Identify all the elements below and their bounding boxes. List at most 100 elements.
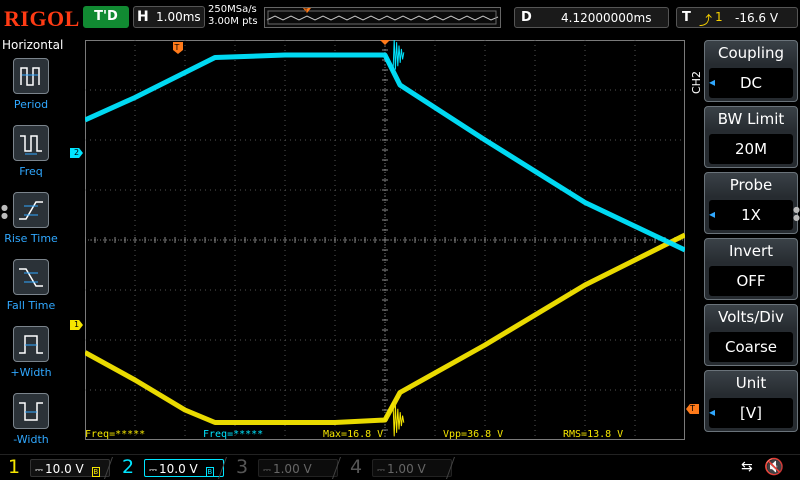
measure-category-title: Horizontal <box>2 38 64 52</box>
menu-title: Probe <box>729 176 773 194</box>
measurement-readout-3: Vpp=36.8 V <box>443 429 503 440</box>
measure-pos-width-label: +Width <box>10 366 52 379</box>
channel-2-number: 2 <box>122 456 135 478</box>
measure-freq[interactable]: Freq <box>0 125 62 178</box>
freq-icon <box>13 125 49 161</box>
measurement-readout-0: Freq=***** <box>85 429 145 440</box>
menu-value: 1X <box>709 200 793 230</box>
menu-invert[interactable]: Invert OFF <box>704 238 798 300</box>
menu-title: BW Limit <box>717 110 785 128</box>
measurement-readout-1: Freq=***** <box>203 429 263 440</box>
bandwidth-limit-icon: B <box>91 467 100 477</box>
channel-status-bar: 1 ⎓ 10.0 V B 2 ⎓ 10.0 V B 3 ⎓ 1.00 V 4 ⎓ 1.00 V ⇆ 🔇 <box>0 454 800 480</box>
delay-letter: D <box>521 10 532 25</box>
trigger-position-arrow-icon <box>380 40 390 45</box>
menu-value: Coarse <box>709 332 793 362</box>
measurement-readout-2: Max=16.8 V <box>323 429 383 440</box>
menu-title: Volts/Div <box>718 308 784 326</box>
period-icon <box>13 58 49 94</box>
trigger-level: -16.6 V <box>735 11 779 25</box>
timebase-box[interactable]: H 1.00ms <box>133 6 205 28</box>
menu-value: DC <box>709 68 793 98</box>
menu-volts-div[interactable]: Volts/Div Coarse <box>704 304 798 366</box>
timebase-letter: H <box>137 9 149 25</box>
dc-coupling-icon: ⎓ <box>35 465 43 476</box>
measurement-readouts: Freq=***** Freq=***** Max=16.8 V Vpp=36.8 V… <box>85 429 623 440</box>
channel-2-scale: ⎓ 10.0 V B <box>144 459 224 477</box>
channel-2-box[interactable]: 2 ⎓ 10.0 V B <box>118 456 228 479</box>
channel-4-number: 4 <box>350 456 363 478</box>
measure-rise-time[interactable]: Rise Time <box>0 192 62 245</box>
channel-3-box[interactable]: 3 ⎓ 1.00 V <box>232 456 342 479</box>
channel-scale-value: 10.0 V <box>158 462 198 476</box>
measure-rise-time-label: Rise Time <box>4 232 58 245</box>
positive-width-icon <box>13 326 49 362</box>
measure-neg-width-label: -Width <box>13 433 49 446</box>
channel-scale-value: 10.0 V <box>44 462 84 476</box>
channel-3-number: 3 <box>236 456 249 478</box>
trigger-pos-marker: T <box>173 42 183 54</box>
menu-bw-limit[interactable]: BW Limit 20M <box>704 106 798 168</box>
measure-pos-width[interactable]: +Width <box>0 326 62 379</box>
speaker-muted-icon[interactable]: 🔇 <box>764 457 784 476</box>
memory-overview-wave: T <box>266 8 499 25</box>
menu-value: 20M <box>709 134 793 164</box>
trigger-box[interactable]: T ⤴ 1 -16.6 V <box>676 7 798 29</box>
fall-time-icon <box>13 259 49 295</box>
usb-icon: ⇆ <box>741 459 753 475</box>
rise-time-icon <box>13 192 49 228</box>
channel-1-number: 1 <box>8 456 21 478</box>
ch1-offset-marker: 1 <box>70 320 83 330</box>
grid-markers: T <box>173 40 390 54</box>
graticule <box>85 40 685 440</box>
channel-4-box[interactable]: 4 ⎓ 1.00 V <box>346 456 456 479</box>
channel-scale-value: 1.00 V <box>272 462 312 476</box>
timebase-value: 1.00ms <box>156 10 201 24</box>
measure-neg-width[interactable]: -Width <box>0 393 62 446</box>
bandwidth-limit-icon: B <box>205 467 214 477</box>
menu-title: Invert <box>728 242 774 260</box>
menu-knob-arrow-icon: ◂ <box>709 405 716 419</box>
menu-value: [V] <box>709 398 793 428</box>
menu-unit[interactable]: Unit [V] ◂ <box>704 370 798 432</box>
menu-knob-arrow-icon: ◂ <box>709 207 716 221</box>
ch2-offset-marker: 2 <box>70 148 83 158</box>
memory-overview[interactable]: T <box>264 7 501 28</box>
menu-probe[interactable]: Probe 1X ◂ <box>704 172 798 234</box>
acquisition-info: 250MSa/s 3.00M pts <box>208 4 258 28</box>
rising-edge-icon: ⤴ <box>699 14 713 29</box>
trigger-letter: T <box>682 10 691 25</box>
measurement-readout-4: RMS=13.8 V <box>563 429 623 440</box>
dc-coupling-icon: ⎓ <box>149 465 157 476</box>
channel-scale-value: 1.00 V <box>386 462 426 476</box>
dc-coupling-icon: ⎓ <box>377 465 385 476</box>
trigger-pos-marker-label: T <box>174 43 180 52</box>
brand-logo: RIGOL <box>4 6 80 31</box>
channel-1-scale: ⎓ 10.0 V B <box>30 459 110 477</box>
delay-box[interactable]: D 4.12000000ms <box>514 7 669 28</box>
measure-fall-time-label: Fall Time <box>6 299 56 312</box>
run-status-badge[interactable]: T'D <box>83 6 129 28</box>
measure-period-label: Period <box>13 98 49 111</box>
channel-4-scale: ⎓ 1.00 V <box>372 459 452 477</box>
dc-coupling-icon: ⎓ <box>263 465 271 476</box>
menu-title: Unit <box>735 374 767 392</box>
channel-3-scale: ⎓ 1.00 V <box>258 459 338 477</box>
trigger-source: 1 <box>715 10 723 24</box>
measure-panel: Horizontal ● ● Period Freq Rise Time Fall… <box>0 36 64 454</box>
measure-fall-time[interactable]: Fall Time <box>0 259 62 312</box>
menu-channel-tag: CH2 <box>690 71 703 94</box>
menu-scroll-dots-icon: ● ● <box>793 205 800 222</box>
menu-knob-arrow-icon: ◂ <box>709 75 716 89</box>
channel-1-box[interactable]: 1 ⎓ 10.0 V B <box>4 456 114 479</box>
menu-title: Coupling <box>717 44 785 62</box>
menu-value: OFF <box>709 266 793 296</box>
sample-rate: 250MSa/s <box>208 4 257 15</box>
measure-period[interactable]: Period <box>0 58 62 111</box>
channel-menu-panel: CH2 Coupling DC ◂ BW Limit 20M Probe 1X ◂ Invert… <box>688 36 800 454</box>
measure-freq-label: Freq <box>19 165 43 178</box>
top-status-bar: RIGOL T'D H 1.00ms 250MSa/s 3.00M pts T … <box>0 0 800 36</box>
waveform-display[interactable]: T Freq=***** Freq=***** Max=16.8 V Vpp=36.8… <box>85 40 685 440</box>
menu-coupling[interactable]: Coupling DC ◂ <box>704 40 798 102</box>
negative-width-icon <box>13 393 49 429</box>
